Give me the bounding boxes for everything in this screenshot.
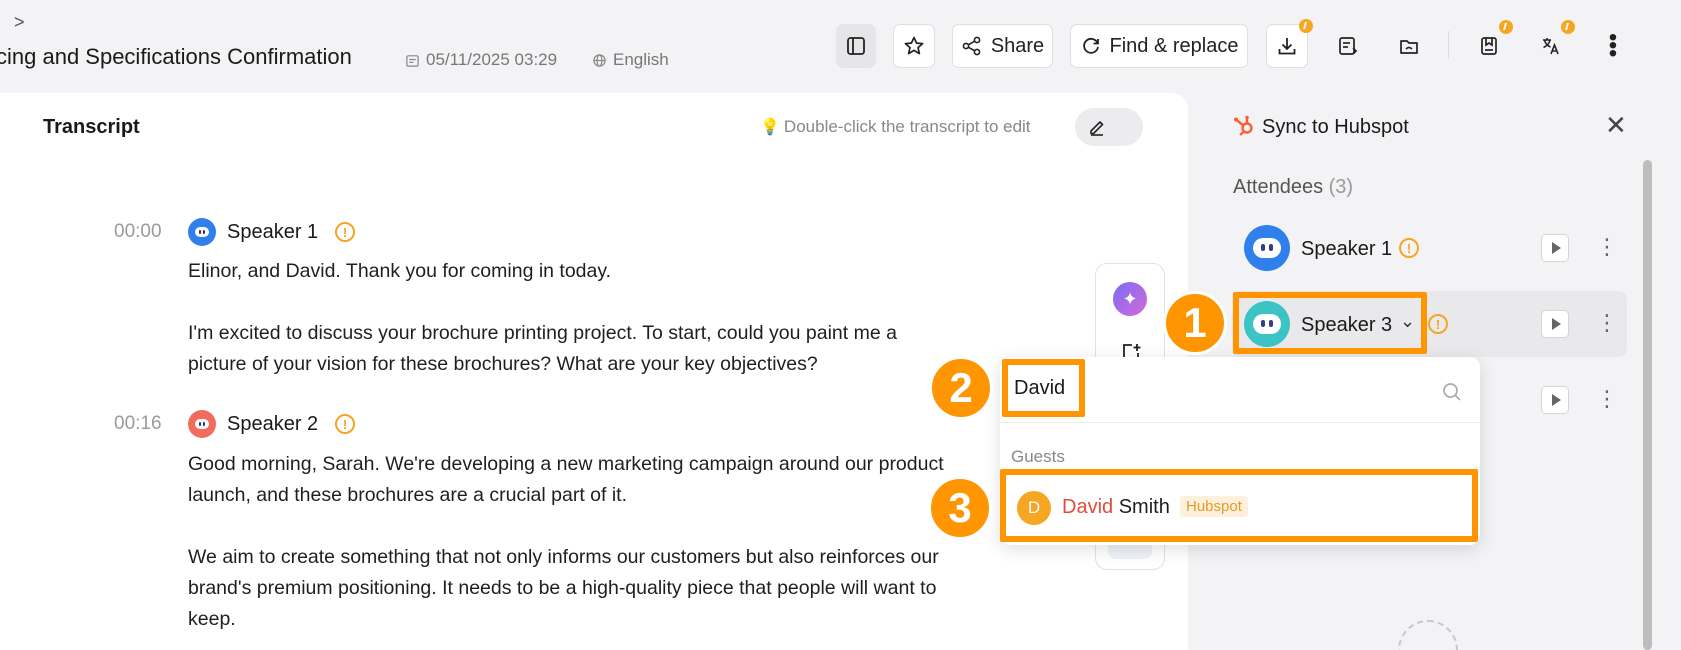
sidebar-scrollbar[interactable]: [1643, 160, 1652, 650]
speaker-name[interactable]: Speaker 1: [227, 221, 318, 244]
speaker-name[interactable]: Speaker 2: [227, 413, 318, 436]
attendee-name[interactable]: Speaker 1: [1301, 238, 1392, 261]
sidebar-title: Sync to Hubspot: [1262, 116, 1409, 138]
play-button[interactable]: [1541, 310, 1569, 338]
annotation-highlight-3: [1000, 469, 1478, 542]
toolbar-divider: [1448, 31, 1449, 59]
speaker-avatar: [188, 410, 216, 438]
robot-avatar-icon: [188, 410, 216, 438]
annotation-highlight-1: [1233, 292, 1427, 354]
bookmark-icon: [1481, 37, 1497, 55]
attendee-more-icon[interactable]: ⋮: [1596, 388, 1618, 410]
attendee-more-icon[interactable]: ⋮: [1596, 312, 1618, 334]
transcript-paragraph[interactable]: I'm excited to discuss your brochure pri…: [188, 318, 948, 380]
transcript-paragraph[interactable]: Elinor, and David. Thank you for coming …: [188, 256, 988, 287]
share-button[interactable]: Share: [952, 24, 1053, 68]
search-icon[interactable]: [1441, 381, 1463, 408]
step-badge-3: 3: [928, 476, 992, 540]
toggle-sidebar-button[interactable]: [836, 24, 876, 68]
download-button[interactable]: [1266, 19, 1313, 68]
panel-icon: [847, 37, 865, 55]
edit-hint-text: Double-click the transcript to edit: [783, 117, 1031, 136]
play-button[interactable]: [1541, 386, 1569, 414]
favorite-button[interactable]: [893, 24, 935, 68]
export-notes-icon: [1339, 37, 1358, 55]
dropdown-divider: [1000, 422, 1480, 423]
language-label: English: [613, 50, 669, 69]
page-title: cing and Specifications Confirmation: [0, 44, 352, 69]
attendees-count: (3): [1328, 176, 1354, 198]
download-icon: [1278, 38, 1296, 55]
translate-icon: [1543, 38, 1559, 55]
share-icon: [962, 36, 981, 56]
language-meta[interactable]: English: [592, 50, 669, 70]
step-badge-2: 2: [929, 356, 993, 420]
close-icon[interactable]: ✕: [1605, 110, 1627, 141]
find-replace-label: Find & replace: [1109, 34, 1239, 57]
edit-hint: 💡 Double-click the transcript to edit: [760, 117, 1031, 137]
date-meta: 05/11/2025 03:29: [405, 50, 557, 70]
calendar-icon: [406, 54, 419, 67]
transcript-paragraph[interactable]: We aim to create something that not only…: [188, 542, 988, 635]
pencil-icon: [1090, 121, 1104, 136]
more-menu-button[interactable]: • • •: [1593, 24, 1633, 67]
warning-icon[interactable]: !: [335, 222, 355, 242]
move-to-folder-button[interactable]: [1389, 28, 1429, 64]
kebab-icon: • • •: [1608, 24, 1618, 67]
guests-group-label: Guests: [1011, 447, 1065, 466]
premium-bolt-icon: [1499, 20, 1513, 34]
timestamp[interactable]: 00:16: [114, 413, 162, 435]
timestamp[interactable]: 00:00: [114, 221, 162, 243]
attendee-more-icon[interactable]: ⋮: [1596, 236, 1618, 258]
step-badge-1: 1: [1163, 291, 1227, 355]
speaker-avatar: [188, 218, 216, 246]
recording-date: 05/11/2025 03:29: [426, 50, 558, 69]
star-icon: [904, 36, 924, 55]
edit-toggle[interactable]: [1075, 108, 1143, 146]
ai-sparkle-icon[interactable]: ✦: [1113, 282, 1147, 316]
attendees-label: Attendees: [1233, 176, 1324, 198]
warning-icon[interactable]: !: [1428, 314, 1448, 334]
find-replace-icon: [1082, 37, 1099, 54]
globe-icon: [593, 53, 606, 67]
warning-icon[interactable]: !: [335, 414, 355, 434]
robot-avatar-icon: [188, 218, 216, 246]
share-label: Share: [990, 34, 1045, 57]
premium-bolt-icon: [1299, 19, 1313, 33]
warning-icon[interactable]: !: [1399, 238, 1419, 258]
save-template-button[interactable]: [1469, 20, 1513, 64]
find-replace-button[interactable]: Find & replace: [1070, 24, 1248, 68]
robot-face-icon: [1253, 238, 1281, 258]
attendees-heading: Attendees (3): [1233, 176, 1353, 199]
play-button[interactable]: [1541, 234, 1569, 262]
transcript-paragraph[interactable]: Good morning, Sarah. We're developing a …: [188, 449, 988, 511]
attendee-avatar: [1244, 225, 1290, 271]
folder-icon: [1400, 40, 1418, 54]
breadcrumb-chevron[interactable]: >: [14, 12, 25, 33]
premium-bolt-icon: [1561, 20, 1575, 34]
transcript-title: Transcript: [43, 116, 140, 138]
hubspot-logo-icon: [1232, 114, 1256, 143]
translate-button[interactable]: [1531, 20, 1575, 64]
lightbulb-icon: 💡: [760, 119, 780, 136]
export-notes-button[interactable]: [1328, 28, 1368, 64]
annotation-highlight-2: [1002, 359, 1085, 417]
